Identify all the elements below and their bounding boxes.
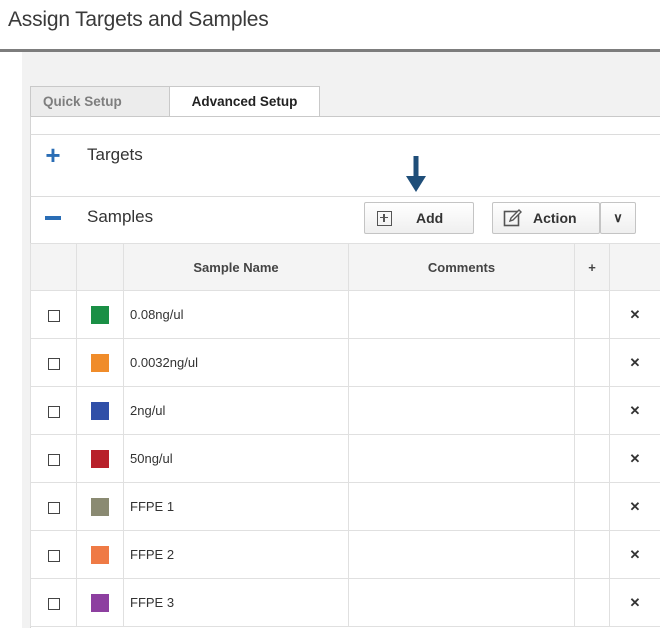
row-select-cell [30, 338, 77, 387]
row-checkbox[interactable] [47, 405, 60, 418]
extra-cell [574, 338, 610, 387]
row-select-cell [30, 482, 77, 531]
row-select-cell [30, 290, 77, 339]
add-sample-button[interactable]: Add [364, 202, 474, 234]
tab-advanced-setup[interactable]: Advanced Setup [170, 86, 320, 116]
sample-name-cell[interactable]: 50ng/ul [123, 434, 349, 483]
table-row[interactable]: 0.0032ng/ul ✕ [30, 338, 660, 387]
sample-color-swatch[interactable] [91, 593, 109, 612]
action-dropdown-button[interactable]: ∨ [600, 202, 636, 234]
comments-cell[interactable] [348, 338, 575, 387]
sample-color-swatch[interactable] [91, 449, 109, 468]
row-select-cell [30, 530, 77, 579]
row-color-cell [76, 290, 124, 339]
sample-name-cell[interactable]: FFPE 1 [123, 482, 349, 531]
row-color-cell [76, 530, 124, 579]
row-checkbox[interactable] [47, 597, 60, 610]
comments-cell[interactable] [348, 530, 575, 579]
expand-plus-icon[interactable]: + [31, 135, 75, 175]
delete-row-icon[interactable]: ✕ [609, 290, 660, 339]
row-checkbox[interactable] [47, 357, 60, 370]
row-select-cell [30, 578, 77, 627]
delete-row-icon[interactable]: ✕ [609, 434, 660, 483]
sample-name-cell[interactable]: 0.0032ng/ul [123, 338, 349, 387]
extra-cell [574, 386, 610, 435]
extra-cell [574, 482, 610, 531]
header-select [30, 243, 77, 291]
sample-color-swatch[interactable] [91, 353, 109, 372]
action-button-label: Action [533, 210, 577, 226]
row-checkbox[interactable] [47, 501, 60, 514]
page-title: Assign Targets and Samples [8, 8, 269, 31]
extra-cell [574, 578, 610, 627]
row-select-cell [30, 434, 77, 483]
row-color-cell [76, 578, 124, 627]
row-color-cell [76, 482, 124, 531]
samples-table: Sample Name Comments + 0.08ng/ul ✕ 0.0032n… [30, 243, 660, 627]
comments-cell[interactable] [348, 290, 575, 339]
add-square-icon [377, 210, 392, 226]
targets-section-header[interactable]: + Targets [30, 134, 660, 174]
table-row[interactable]: FFPE 2 ✕ [30, 530, 660, 579]
down-arrow-icon [406, 156, 426, 192]
row-checkbox[interactable] [47, 549, 60, 562]
table-row[interactable]: 0.08ng/ul ✕ [30, 290, 660, 339]
sample-color-swatch[interactable] [91, 497, 109, 516]
delete-row-icon[interactable]: ✕ [609, 386, 660, 435]
header-delete [609, 243, 660, 291]
samples-label: Samples [87, 207, 154, 226]
row-checkbox[interactable] [47, 309, 60, 322]
add-button-label: Add [416, 210, 444, 226]
sample-color-swatch[interactable] [91, 305, 109, 324]
chevron-down-icon: ∨ [613, 210, 623, 225]
comments-cell[interactable] [348, 482, 575, 531]
table-row[interactable]: 2ng/ul ✕ [30, 386, 660, 435]
row-color-cell [76, 338, 124, 387]
comments-cell[interactable] [348, 434, 575, 483]
comments-cell[interactable] [348, 386, 575, 435]
collapse-minus-icon[interactable] [45, 216, 61, 220]
table-row[interactable]: FFPE 1 ✕ [30, 482, 660, 531]
tab-quick-setup[interactable]: Quick Setup [30, 86, 170, 116]
row-color-cell [76, 434, 124, 483]
sample-color-swatch[interactable] [91, 401, 109, 420]
table-header-row: Sample Name Comments + [30, 243, 660, 291]
header-comments[interactable]: Comments [348, 243, 575, 291]
action-button[interactable]: Action [492, 202, 600, 234]
comments-cell[interactable] [348, 578, 575, 627]
delete-row-icon[interactable]: ✕ [609, 338, 660, 387]
targets-label: Targets [87, 145, 143, 164]
header-color [76, 243, 124, 291]
sample-name-cell[interactable]: FFPE 3 [123, 578, 349, 627]
setup-tabs: Quick Setup Advanced Setup [30, 86, 320, 116]
extra-cell [574, 530, 610, 579]
table-row[interactable]: FFPE 3 ✕ [30, 578, 660, 627]
sample-color-swatch[interactable] [91, 545, 109, 564]
sample-name-cell[interactable]: 0.08ng/ul [123, 290, 349, 339]
sample-name-cell[interactable]: 2ng/ul [123, 386, 349, 435]
extra-cell [574, 434, 610, 483]
delete-row-icon[interactable]: ✕ [609, 530, 660, 579]
row-select-cell [30, 386, 77, 435]
edit-icon [503, 209, 522, 227]
delete-row-icon[interactable]: ✕ [609, 482, 660, 531]
row-checkbox[interactable] [47, 453, 60, 466]
extra-cell [574, 290, 610, 339]
delete-row-icon[interactable]: ✕ [609, 578, 660, 627]
table-row[interactable]: 50ng/ul ✕ [30, 434, 660, 483]
row-color-cell [76, 386, 124, 435]
add-column-button[interactable]: + [574, 243, 610, 291]
sample-name-cell[interactable]: FFPE 2 [123, 530, 349, 579]
header-sample-name[interactable]: Sample Name [123, 243, 349, 291]
